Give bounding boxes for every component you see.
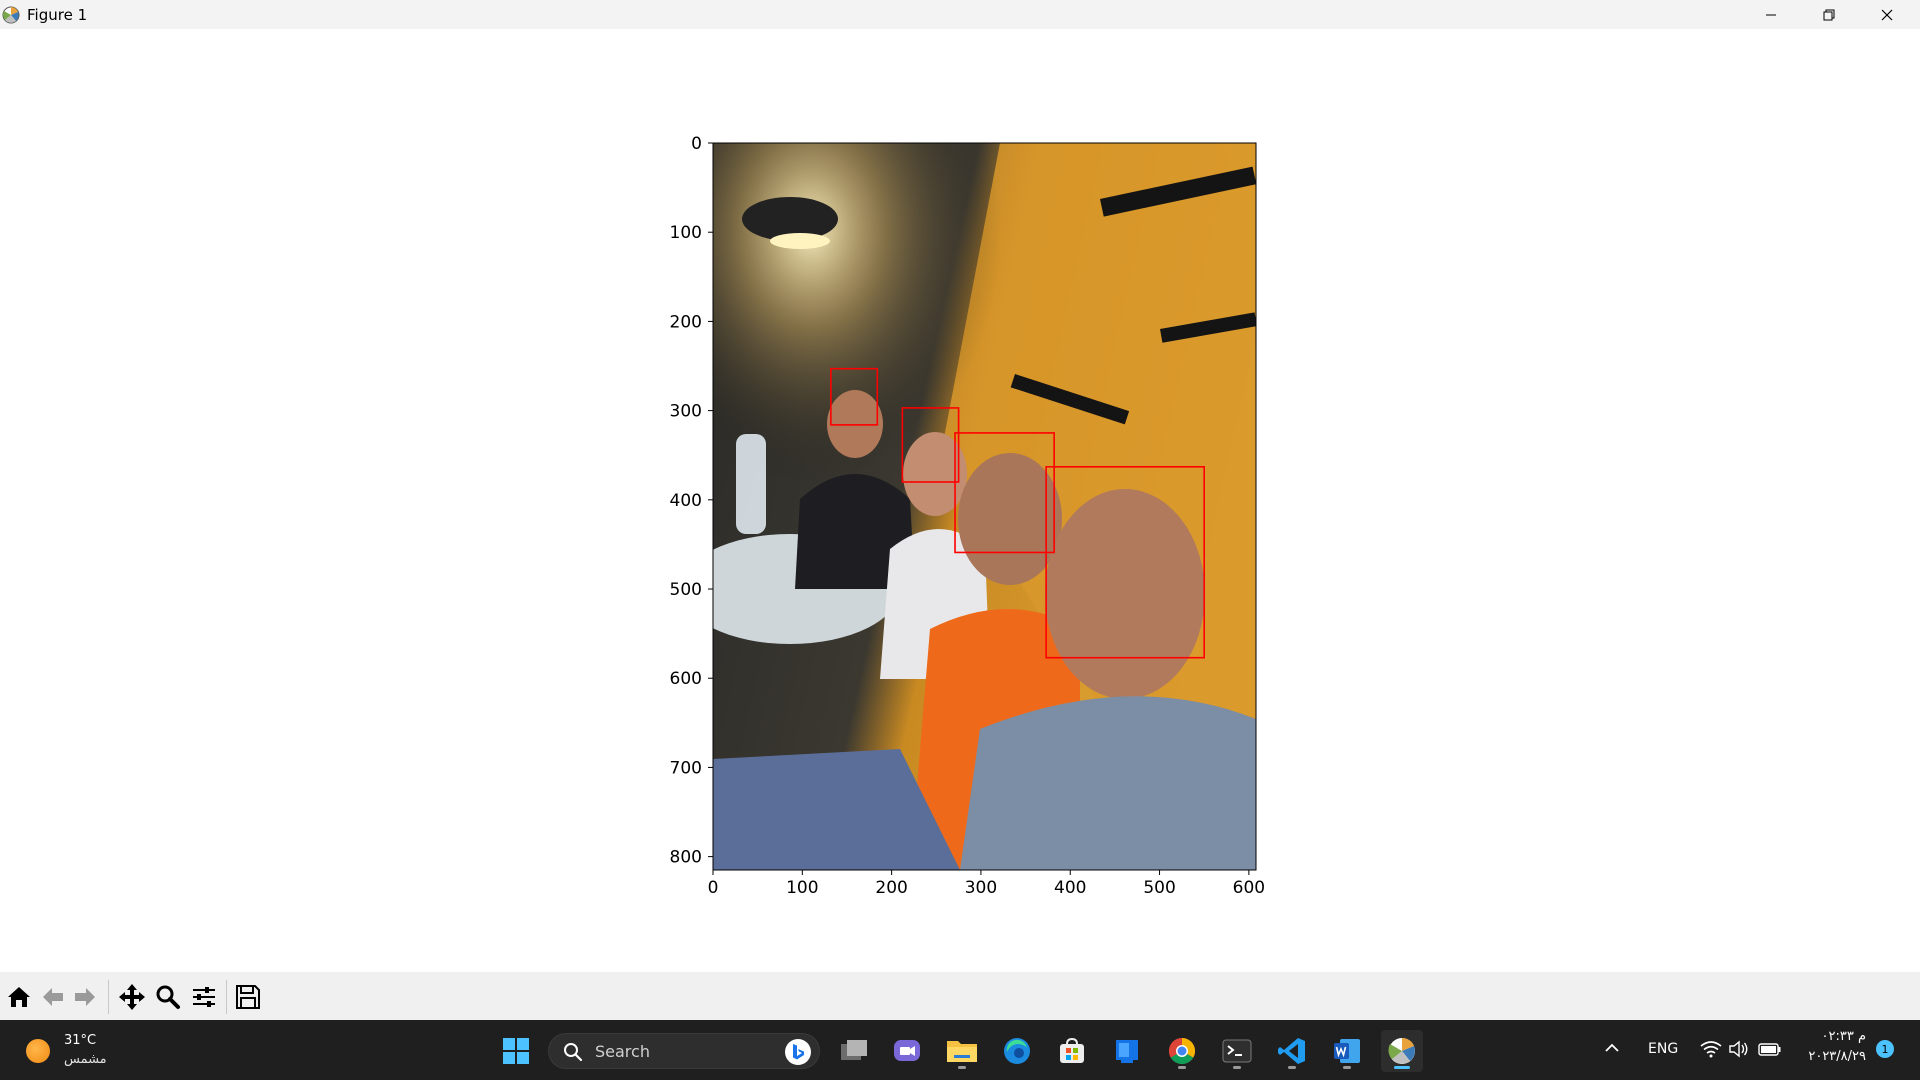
x-tick-label: 200 — [875, 878, 907, 898]
volume-icon[interactable] — [1728, 1040, 1750, 1058]
matplotlib-icon — [1388, 1038, 1415, 1064]
running-indicator — [1178, 1066, 1186, 1069]
photo-image — [713, 143, 1256, 870]
notification-badge[interactable]: 1 — [1876, 1040, 1894, 1058]
taskbar-search-box[interactable]: Search — [548, 1033, 820, 1069]
windows-logo-icon — [503, 1038, 529, 1064]
y-tick-label: 200 — [670, 312, 702, 332]
x-tick-label: 500 — [1143, 878, 1175, 898]
taskbar-app-meet[interactable] — [886, 1030, 928, 1072]
x-tick-label: 600 — [1233, 878, 1265, 898]
taskbar-app-word[interactable] — [1326, 1030, 1368, 1072]
configure-subplots-icon — [193, 987, 215, 1007]
language-indicator[interactable]: ENG — [1648, 1041, 1678, 1057]
sun-icon — [26, 1039, 50, 1063]
chrome-icon — [1168, 1037, 1196, 1065]
navigation-toolbar — [0, 972, 1920, 1020]
active-indicator — [1394, 1066, 1410, 1069]
pan-button[interactable] — [117, 982, 147, 1012]
task-view-button[interactable] — [833, 1030, 875, 1072]
running-indicator — [958, 1066, 966, 1069]
zoom-icon — [156, 985, 180, 1009]
y-tick-label: 600 — [670, 669, 702, 689]
weather-widget[interactable]: 31°C مشمس — [22, 1030, 132, 1070]
x-tick-label: 100 — [786, 878, 818, 898]
clock-date[interactable]: ٢٠٢٣/٨/٢٩ — [1796, 1049, 1866, 1064]
y-tick-label: 0 — [691, 134, 702, 154]
word-icon — [1334, 1039, 1360, 1063]
chevron-up-icon[interactable] — [1604, 1040, 1620, 1056]
taskbar-app-matplotlib[interactable] — [1381, 1030, 1423, 1072]
restore-icon — [1823, 9, 1835, 20]
taskbar-app-file-explorer[interactable] — [941, 1030, 983, 1072]
forward-button[interactable] — [70, 982, 100, 1012]
y-axis: 0 100 200 300 400 500 600 700 800 — [670, 134, 713, 868]
x-tick-label: 0 — [708, 878, 719, 898]
weather-temperature: 31°C — [64, 1033, 97, 1048]
taskbar: 31°C مشمس Search ENG م ٠٢:٣٣ ٢٠٢٣/٨/٢٩ 1 — [0, 1020, 1920, 1080]
edge-browser-icon — [1004, 1038, 1030, 1064]
taskbar-app-chrome[interactable] — [1161, 1030, 1203, 1072]
taskbar-app-terminal[interactable] — [1216, 1030, 1258, 1072]
save-icon — [236, 985, 260, 1009]
back-button[interactable] — [38, 982, 68, 1012]
plot-area: 0 100 200 300 400 500 600 0 100 200 300 400 500 600 7… — [670, 134, 1266, 898]
bing-icon[interactable] — [785, 1039, 811, 1065]
battery-icon[interactable] — [1758, 1040, 1782, 1058]
taskbar-app-vscode[interactable] — [1271, 1030, 1313, 1072]
running-indicator — [1233, 1066, 1241, 1069]
video-chat-icon — [894, 1040, 920, 1061]
app-window-icon — [1116, 1040, 1138, 1063]
restore-button[interactable] — [1800, 0, 1858, 29]
y-tick-label: 700 — [670, 758, 702, 778]
y-tick-label: 500 — [670, 580, 702, 600]
search-label: Search — [595, 1042, 650, 1061]
y-tick-label: 100 — [670, 223, 702, 243]
minimize-button[interactable] — [1742, 0, 1800, 29]
taskbar-app-edge[interactable] — [996, 1030, 1038, 1072]
toolbar-separator — [108, 980, 109, 1014]
vscode-icon — [1278, 1038, 1305, 1064]
minimize-icon — [1766, 14, 1776, 15]
close-icon — [1881, 9, 1893, 20]
search-icon — [564, 1043, 583, 1062]
title-bar: Figure 1 — [0, 0, 1920, 29]
folder-icon — [947, 1041, 977, 1062]
y-tick-label: 400 — [670, 491, 702, 511]
x-tick-label: 300 — [965, 878, 997, 898]
x-tick-label: 400 — [1054, 878, 1086, 898]
figure-canvas[interactable]: 0 100 200 300 400 500 600 0 100 200 300 400 500 600 7… — [0, 29, 1920, 972]
running-indicator — [1343, 1066, 1351, 1069]
window-title: Figure 1 — [27, 6, 88, 24]
terminal-icon — [1222, 1039, 1252, 1063]
y-tick-label: 800 — [670, 848, 702, 868]
pan-move-icon — [119, 984, 145, 1010]
taskbar-app-blue[interactable] — [1106, 1030, 1148, 1072]
weather-condition: مشمس — [64, 1052, 107, 1067]
home-icon — [8, 987, 30, 1007]
back-arrow-icon — [43, 988, 63, 1006]
toolbar-separator — [226, 980, 227, 1014]
home-button[interactable] — [4, 982, 34, 1012]
forward-arrow-icon — [75, 988, 95, 1006]
taskbar-app-store[interactable] — [1051, 1030, 1093, 1072]
task-view-icon — [841, 1040, 867, 1060]
running-indicator — [1288, 1066, 1296, 1069]
store-icon — [1060, 1037, 1084, 1063]
save-button[interactable] — [233, 982, 263, 1012]
wifi-icon[interactable] — [1700, 1040, 1722, 1058]
close-button[interactable] — [1858, 0, 1916, 29]
start-button[interactable] — [495, 1030, 537, 1072]
clock-time[interactable]: م ٠٢:٣٣ — [1800, 1029, 1867, 1044]
zoom-button[interactable] — [153, 982, 183, 1012]
configure-subplots-button[interactable] — [189, 982, 219, 1012]
matplotlib-app-icon — [2, 6, 20, 24]
y-tick-label: 300 — [670, 402, 702, 422]
x-axis: 0 100 200 300 400 500 600 — [708, 870, 1265, 898]
